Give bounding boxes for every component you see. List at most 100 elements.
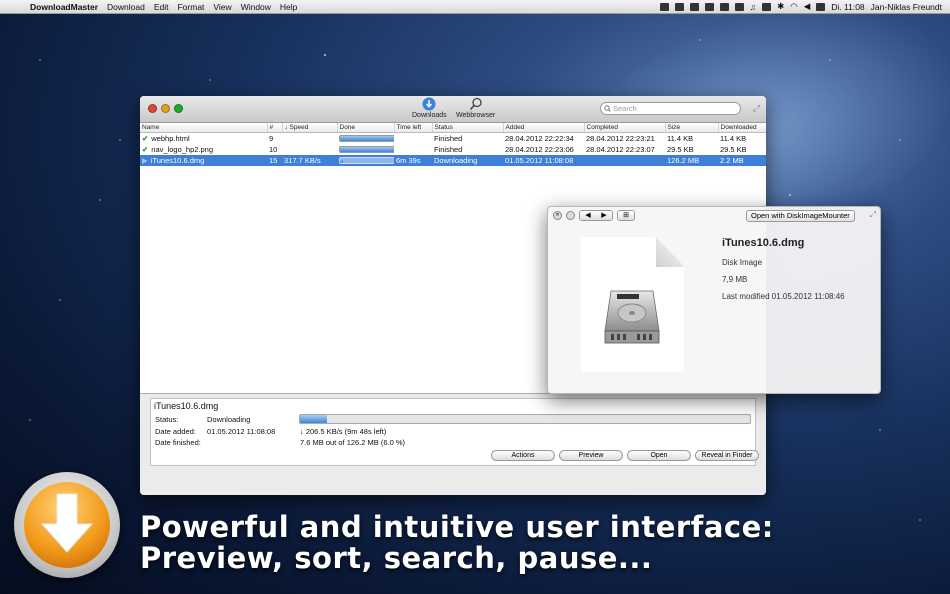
table-row[interactable]: ✔ nav_logo_hp2.png 10 Finished 28.04.2012… <box>140 144 766 155</box>
cell-downloaded: 29.5 KB <box>720 145 747 154</box>
detail-progress-bar <box>299 414 751 424</box>
menu-edit[interactable]: Edit <box>154 2 169 12</box>
menu-window[interactable]: Window <box>241 2 271 12</box>
column-header-time-left[interactable]: Time left <box>394 123 433 133</box>
tray-icon[interactable] <box>689 2 699 11</box>
bluetooth-icon[interactable]: ✱ <box>777 1 784 12</box>
downloads-toolbar-button[interactable]: Downloads <box>412 97 447 119</box>
menu-download[interactable]: Download <box>107 2 145 12</box>
play-arrow-icon: ▶ <box>142 156 148 165</box>
fullscreen-icon[interactable]: ⤢ <box>870 210 876 220</box>
progress-text: 7.6 MB out of 126.2 MB (6.0 %) <box>300 438 406 447</box>
promo-line-2: Preview, sort, search, pause... <box>140 541 653 575</box>
column-header-name[interactable]: Name <box>140 123 268 133</box>
speed-text: ↓ 206.5 KB/s (9m 48s left) <box>300 427 387 436</box>
cell-time-left <box>394 133 432 145</box>
table-row-selected[interactable]: ▶ iTunes10.6.dmg 15 317.7 KB/s 6m 39s Dow… <box>140 155 766 166</box>
quicklook-size: 7,9 MB <box>722 275 748 284</box>
quicklook-kind: Disk Image <box>722 258 763 267</box>
cell-completed <box>584 155 665 166</box>
tray-icon[interactable] <box>704 2 714 11</box>
window-controls <box>148 104 183 113</box>
app-menu[interactable]: DownloadMaster <box>30 2 98 12</box>
webbrowser-toolbar-label: Webbrowser <box>456 112 496 119</box>
column-header-done[interactable]: Done <box>337 123 395 133</box>
close-window-button[interactable] <box>148 104 157 113</box>
webbrowser-toolbar-button[interactable]: Webbrowser <box>456 97 495 119</box>
quicklook-modified: Last modified 01.05.2012 11:08:46 <box>722 292 845 301</box>
promo-text: Powerful and intuitive user interface: P… <box>140 512 774 574</box>
menu-format[interactable]: Format <box>177 2 204 12</box>
cell-number: 9 <box>269 134 274 143</box>
hard-drive-icon <box>604 290 660 344</box>
open-with-button[interactable]: Open with DiskImageMounter <box>746 210 855 222</box>
column-header-size[interactable]: Size <box>665 123 719 133</box>
quicklook-toolbar: ✕ ◀ ▶ ⊞ <box>553 210 635 221</box>
menubar-clock[interactable]: Di. 11:08 <box>831 2 864 12</box>
next-arrow-icon[interactable]: ▶ <box>596 211 612 220</box>
music-icon[interactable]: ♫ <box>750 2 756 12</box>
fullscreen-icon[interactable]: ⤢ <box>753 103 760 114</box>
volume-icon[interactable]: ◀ <box>804 1 811 12</box>
status-label: Status: <box>155 415 179 424</box>
grid-icon[interactable]: ⊞ <box>618 211 634 220</box>
cell-downloaded: 11.4 KB <box>720 134 747 143</box>
page-curl <box>656 237 684 267</box>
minimize-icon[interactable] <box>566 211 575 220</box>
cell-added: 01.05.2012 11:08:08 <box>503 155 584 166</box>
tray-icon[interactable] <box>659 2 669 11</box>
cell-status: Finished <box>434 134 463 143</box>
flag-icon[interactable] <box>816 2 826 11</box>
previous-arrow-icon[interactable]: ◀ <box>580 211 596 220</box>
tray-icon[interactable] <box>674 2 684 11</box>
column-header-added[interactable]: Added <box>503 123 585 133</box>
download-arrow-icon <box>40 493 94 553</box>
file-name: iTunes10.6.dmg <box>150 156 205 165</box>
date-added-value: 01.05.2012 11:08:08 <box>207 427 276 436</box>
file-name: webhp.html <box>151 134 190 143</box>
preview-button[interactable]: Preview <box>559 450 623 461</box>
cell-time-left <box>394 144 432 155</box>
cell-done <box>337 155 394 166</box>
column-header-speed[interactable]: ↓ Speed <box>282 123 338 133</box>
actions-button[interactable]: Actions <box>491 450 555 461</box>
quicklook-panel: ✕ ◀ ▶ ⊞ Open with DiskImageMounter ⤢ iTu… <box>547 206 881 394</box>
status-value: Downloading <box>207 415 251 424</box>
cell-size: 29.5 KB <box>667 145 694 154</box>
menu-bar: DownloadMaster Download Edit Format View… <box>0 0 950 14</box>
cell-speed <box>282 144 337 155</box>
file-name: nav_logo_hp2.png <box>151 145 214 154</box>
detail-progress-fill <box>300 415 327 423</box>
column-header-downloaded[interactable]: Downloaded <box>718 123 766 133</box>
search-field[interactable]: Search <box>600 102 741 115</box>
column-header-number[interactable]: # <box>267 123 283 133</box>
reveal-in-finder-button[interactable]: Reveal in Finder <box>695 450 759 461</box>
cell-speed: 317.7 KB/s <box>282 155 337 166</box>
minimize-window-button[interactable] <box>161 104 170 113</box>
tray-icon[interactable] <box>719 2 729 11</box>
downloads-table: Name # ↓ Speed Done Time left Status Add… <box>140 123 766 166</box>
download-circle-icon <box>422 97 436 111</box>
column-header-status[interactable]: Status <box>432 123 504 133</box>
cell-completed: 28.04.2012 22:23:07 <box>586 145 655 154</box>
open-button[interactable]: Open <box>627 450 691 461</box>
wifi-icon[interactable]: ◠ <box>790 1 797 12</box>
cell-name: ▶ iTunes10.6.dmg <box>140 155 267 166</box>
search-icon <box>604 105 611 112</box>
row-progress-fill <box>340 136 394 141</box>
navigation-segment: ◀ ▶ <box>579 210 613 221</box>
menu-help[interactable]: Help <box>280 2 297 12</box>
column-header-completed[interactable]: Completed <box>584 123 666 133</box>
tray-icon[interactable] <box>762 2 772 11</box>
search-placeholder: Search <box>613 104 637 113</box>
tray-icon[interactable] <box>734 2 744 11</box>
index-sheet-segment: ⊞ <box>617 210 635 221</box>
cell-status: Downloading <box>432 155 503 166</box>
cell-completed: 28.04.2012 22:23:21 <box>586 134 655 143</box>
menu-view[interactable]: View <box>213 2 231 12</box>
menubar-user[interactable]: Jan-Niklas Freundt <box>871 2 942 12</box>
cell-number: 15 <box>267 155 282 166</box>
zoom-window-button[interactable] <box>174 104 183 113</box>
table-row[interactable]: ✔ webhp.html 9 Finished 28.04.2012 22:22:… <box>140 133 766 145</box>
close-icon[interactable]: ✕ <box>553 211 562 220</box>
